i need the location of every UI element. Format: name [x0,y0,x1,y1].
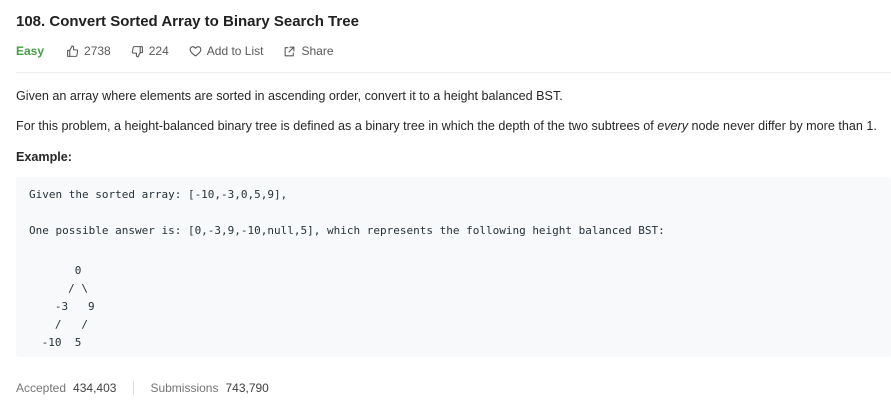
share-button[interactable]: Share [283,44,334,58]
thumbs-up-icon [67,45,79,57]
share-icon [285,46,295,56]
share-label: Share [301,44,334,58]
example-code-block: Given the sorted array: [-10,-3,0,5,9], … [16,177,891,357]
problem-meta-row: Easy 2738 224 Add to List Share [16,43,354,59]
thumbs-down-icon [131,45,143,57]
dislike-button[interactable]: 224 [131,44,169,58]
paragraph-2-text-start: For this problem, a height-balanced bina… [16,119,658,133]
paragraph-2-text-end: node never differ by more than 1. [688,119,877,133]
submission-stats: Accepted 434,403 Submissions 743,790 [16,381,269,395]
accepted-value: 434,403 [73,381,117,395]
submissions-value: 743,790 [225,381,269,395]
emphasis-every: every [657,119,689,133]
problem-page: 108. Convert Sorted Array to Binary Sear… [0,0,891,406]
add-to-list-label: Add to List [206,44,264,58]
stats-divider [133,381,135,395]
like-count: 2738 [84,44,111,58]
description-paragraph-1: Given an array where elements are sorted… [16,89,563,103]
problem-title: 108. Convert Sorted Array to Binary Sear… [16,13,359,30]
dislike-count: 224 [148,44,169,58]
bst-ascii-diagram: 0 / \ -3 9 / / -10 5 [41,264,95,349]
heart-icon [189,46,202,57]
example-input-line: Given the sorted array: [-10,-3,0,5,9], [29,188,288,201]
difficulty-badge: Easy [16,44,45,58]
description-paragraph-2: For this problem, a height-balanced bina… [16,119,877,133]
submissions-label: Submissions [150,381,219,395]
header-divider [16,72,891,73]
example-output-line: One possible answer is: [0,-3,9,-10,null… [29,224,665,237]
like-button[interactable]: 2738 [66,44,111,58]
example-heading: Example: [16,150,72,164]
accepted-label: Accepted [16,381,67,395]
add-to-list-button[interactable]: Add to List [189,44,264,58]
